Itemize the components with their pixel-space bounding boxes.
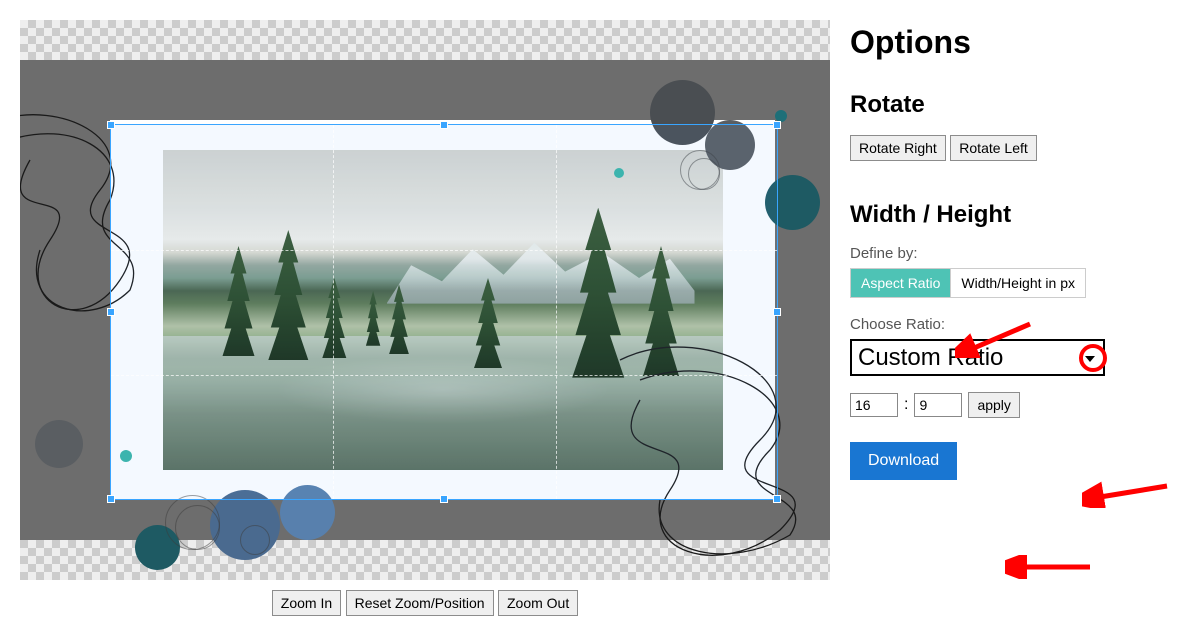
crop-handle-ne[interactable]	[773, 121, 781, 129]
crop-handle-nw[interactable]	[107, 121, 115, 129]
choose-ratio-label: Choose Ratio:	[850, 316, 1159, 333]
ratio-height-input[interactable]	[914, 393, 962, 417]
crop-handle-se[interactable]	[773, 495, 781, 503]
options-heading: Options	[850, 24, 1159, 61]
options-panel: Options Rotate Rotate Right Rotate Left …	[850, 20, 1159, 616]
define-by-label: Define by:	[850, 245, 1159, 262]
rotate-right-button[interactable]: Rotate Right	[850, 135, 946, 161]
toggle-width-height-px[interactable]: Width/Height in px	[950, 269, 1085, 297]
ratio-select[interactable]: Custom Ratio	[850, 339, 1105, 376]
reset-zoom-button[interactable]: Reset Zoom/Position	[346, 590, 494, 616]
ratio-separator: :	[904, 396, 908, 414]
crop-handle-sw[interactable]	[107, 495, 115, 503]
rotate-left-button[interactable]: Rotate Left	[950, 135, 1037, 161]
decor-ring	[175, 505, 220, 550]
download-button[interactable]: Download	[850, 442, 957, 480]
rotate-heading: Rotate	[850, 91, 1159, 119]
crop-handle-n[interactable]	[440, 121, 448, 129]
zoom-controls: Zoom In Reset Zoom/Position Zoom Out	[20, 590, 830, 616]
crop-selection[interactable]	[110, 124, 778, 500]
canvas-panel: Zoom In Reset Zoom/Position Zoom Out	[20, 20, 830, 616]
zoom-out-button[interactable]: Zoom Out	[498, 590, 578, 616]
decor-circle	[35, 420, 83, 468]
crop-handle-w[interactable]	[107, 308, 115, 316]
apply-button[interactable]: apply	[968, 392, 1019, 418]
toggle-aspect-ratio[interactable]: Aspect Ratio	[851, 269, 950, 297]
image-editor-canvas[interactable]	[20, 20, 830, 580]
width-height-heading: Width / Height	[850, 201, 1159, 229]
zoom-in-button[interactable]: Zoom In	[272, 590, 341, 616]
crop-handle-s[interactable]	[440, 495, 448, 503]
ratio-width-input[interactable]	[850, 393, 898, 417]
crop-handle-e[interactable]	[773, 308, 781, 316]
decor-ring	[240, 525, 270, 555]
define-by-toggle: Aspect Ratio Width/Height in px	[850, 268, 1086, 298]
